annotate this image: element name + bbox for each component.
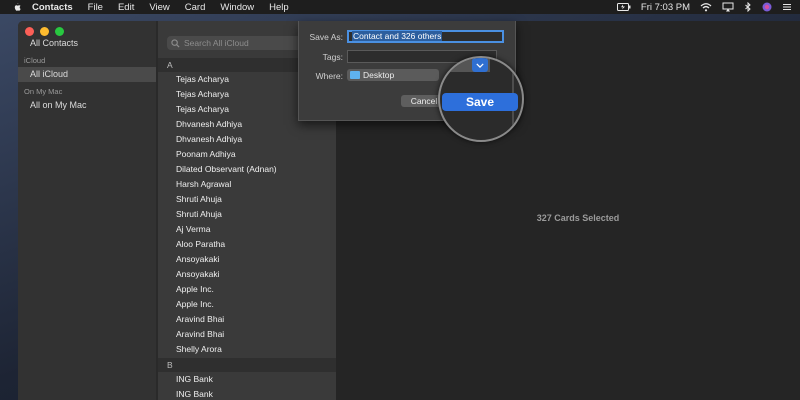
save-as-value: Contact and 326 others [352, 31, 443, 41]
menu-clock[interactable]: Fri 7:03 PM [641, 2, 690, 13]
save-button[interactable]: Save [442, 93, 518, 111]
screen-mirroring-icon[interactable] [722, 2, 734, 12]
zoom-window-button[interactable] [55, 27, 64, 36]
menu-window[interactable]: Window [220, 2, 254, 13]
contact-row[interactable]: Poonam Adhiya [158, 147, 336, 162]
cards-selected-text: 327 Cards Selected [536, 213, 620, 223]
contact-row[interactable]: Apple Inc. [158, 297, 336, 312]
menu-app-name[interactable]: Contacts [32, 2, 73, 13]
tags-label: Tags: [322, 52, 343, 62]
contact-row[interactable]: Shruti Ahuja [158, 207, 336, 222]
search-placeholder: Search All iCloud [184, 38, 249, 48]
magnifier-callout: Save [438, 56, 524, 142]
menu-bar: Contacts File Edit View Card Window Help… [0, 0, 800, 14]
siri-icon[interactable] [762, 2, 772, 12]
window-controls [25, 27, 64, 36]
sidebar-section-on-my-mac: On My Mac [24, 87, 63, 96]
contact-row[interactable]: Aj Verma [158, 222, 336, 237]
where-value: Desktop [363, 70, 395, 80]
search-icon [171, 38, 180, 48]
wifi-icon[interactable] [700, 2, 712, 12]
contact-row[interactable]: Shelly Arora [158, 342, 336, 357]
contact-row[interactable]: Shruti Ahuja [158, 192, 336, 207]
menu-edit[interactable]: Edit [118, 2, 134, 13]
sidebar: All Contacts iCloud All iCloud On My Mac… [18, 21, 156, 400]
status-area: Fri 7:03 PM [616, 0, 792, 14]
close-window-button[interactable] [25, 27, 34, 36]
sidebar-item-all-contacts[interactable]: All Contacts [18, 36, 156, 51]
sidebar-section-icloud: iCloud [24, 56, 46, 65]
contact-row[interactable]: Harsh Agrawal [158, 177, 336, 192]
contact-row[interactable]: Aloo Paratha [158, 237, 336, 252]
where-label: Where: [315, 71, 343, 81]
contact-row[interactable]: ING Bank [158, 387, 336, 400]
where-popup[interactable]: Desktop [347, 69, 439, 81]
menu-help[interactable]: Help [269, 2, 289, 13]
apple-icon[interactable] [12, 2, 22, 12]
group-header-b: B [158, 358, 336, 372]
menu-view[interactable]: View [149, 2, 169, 13]
notification-center-icon[interactable] [782, 2, 792, 12]
save-as-field[interactable]: Contact and 326 others [347, 30, 504, 43]
chevron-down-icon [476, 62, 484, 68]
contact-row[interactable]: Apple Inc. [158, 282, 336, 297]
contact-row[interactable]: Ansoyakaki [158, 267, 336, 282]
contact-row[interactable]: Ansoyakaki [158, 252, 336, 267]
folder-icon [350, 71, 360, 79]
battery-icon[interactable] [616, 3, 631, 11]
contact-row[interactable]: ING Bank [158, 372, 336, 387]
expand-dialog-button[interactable] [472, 58, 488, 72]
bluetooth-icon[interactable] [744, 2, 752, 12]
menu-card[interactable]: Card [185, 2, 206, 13]
minimize-window-button[interactable] [40, 27, 49, 36]
contact-row[interactable]: Aravind Bhai [158, 327, 336, 342]
contact-row[interactable]: Dhvanesh Adhiya [158, 132, 336, 147]
sidebar-item-all-on-my-mac[interactable]: All on My Mac [18, 98, 156, 113]
contact-row[interactable]: Dilated Observant (Adnan) [158, 162, 336, 177]
menu-file[interactable]: File [88, 2, 103, 13]
save-as-label: Save As: [309, 32, 343, 42]
sidebar-item-all-icloud[interactable]: All iCloud [18, 67, 156, 82]
contact-row[interactable]: Aravind Bhai [158, 312, 336, 327]
